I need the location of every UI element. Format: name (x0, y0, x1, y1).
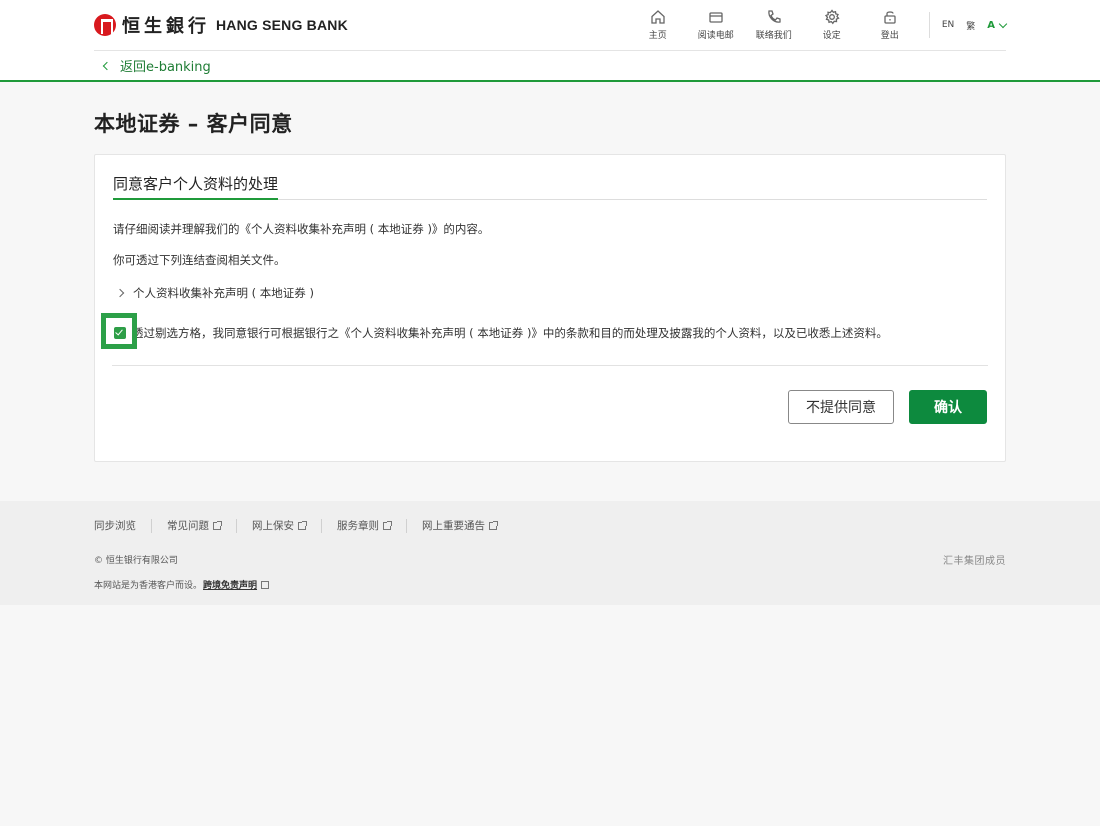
footer-separator (236, 518, 237, 533)
phone-icon (768, 10, 781, 23)
footer-link-faq[interactable]: 常见问题 (167, 518, 222, 533)
external-link-icon (489, 520, 498, 530)
lang-en-link[interactable]: EN (942, 20, 954, 30)
nav-mail[interactable]: 阅读电邮 (687, 9, 745, 41)
footer-separator (406, 518, 407, 533)
copyright: © 恒生银行有限公司 (94, 556, 178, 566)
top-header: 恒生銀行 HANG SENG BANK 主页 阅读电邮 联络我们 设定 登出 E… (0, 0, 1100, 82)
section-title: 同意客户个人资料的处理 (113, 173, 279, 200)
intro-paragraph: 请仔细阅读并理解我们的《个人资料收集补充声明 ( 本地证券 )》的内容。 (113, 222, 490, 236)
font-size-label: A (987, 19, 995, 31)
nav-contact[interactable]: 联络我们 (745, 9, 803, 41)
footer-link-cobrowse[interactable]: 同步浏览 (94, 518, 136, 533)
breadcrumb: 返回e-banking (94, 51, 1006, 80)
footer-link-security[interactable]: 网上保安 (252, 518, 307, 533)
card-divider (112, 365, 988, 366)
footer-link-terms[interactable]: 服务章则 (337, 518, 392, 533)
home-icon (651, 10, 665, 24)
lang-tc-link[interactable]: 繁 (966, 19, 975, 32)
font-size-toggle[interactable]: A (987, 19, 1008, 31)
nav-contact-label: 联络我们 (755, 31, 792, 41)
footer: 同步浏览 常见问题 网上保安 服务章则 网上重要通告 © 恒生银行有限公司 本网… (0, 501, 1100, 605)
footer-link-label: 服务章则 (337, 520, 379, 532)
nav-logout[interactable]: 登出 (861, 9, 919, 41)
consent-row: 透过剔选方格，我同意银行可根据银行之《个人资料收集补充声明 ( 本地证券 )》中… (101, 313, 987, 349)
confirm-button[interactable]: 确认 (909, 390, 987, 424)
footer-link-label: 同步浏览 (94, 520, 136, 532)
cross-border-disclaimer-link[interactable]: 跨境免责声明 (203, 578, 257, 591)
action-buttons: 不提供同意 确认 (788, 390, 987, 424)
nav-mail-label: 阅读电邮 (697, 31, 734, 41)
external-link-icon (261, 580, 270, 589)
consent-card: 同意客户个人资料的处理 请仔细阅读并理解我们的《个人资料收集补充声明 ( 本地证… (94, 154, 1006, 462)
page-title: 本地证券 – 客户同意 (94, 112, 293, 136)
section-header: 同意客户个人资料的处理 (113, 173, 987, 200)
chevron-left-icon (102, 61, 112, 70)
unlock-icon (884, 11, 896, 24)
nav-home-label: 主页 (648, 31, 667, 41)
external-link-icon (213, 520, 222, 530)
footer-separator (151, 518, 152, 533)
consent-checkbox[interactable] (114, 327, 126, 339)
decline-consent-button[interactable]: 不提供同意 (788, 390, 894, 424)
instruction-paragraph: 你可透过下列连结查阅相关文件。 (113, 253, 286, 267)
hsbc-group-member: 汇丰集团成员 (943, 556, 1006, 567)
external-link-icon (298, 520, 307, 530)
nav-settings-label: 设定 (822, 31, 841, 41)
footer-link-notices[interactable]: 网上重要通告 (422, 518, 498, 533)
footer-link-label: 网上重要通告 (422, 520, 485, 532)
footer-links: 同步浏览 常见问题 网上保安 服务章则 网上重要通告 (94, 501, 1006, 533)
brand-name-cn: 恒生銀行 (122, 16, 210, 37)
footer-separator (321, 518, 322, 533)
pics-document-link[interactable]: 个人资料收集补充声明 ( 本地证券 ) (113, 285, 987, 301)
chevron-right-icon (115, 288, 125, 298)
external-link-icon (383, 520, 392, 530)
brand-name-en: HANG SENG BANK (216, 17, 348, 33)
mail-icon (709, 12, 723, 23)
main-content: 本地证券 – 客户同意 同意客户个人资料的处理 请仔细阅读并理解我们的《个人资料… (94, 108, 1006, 462)
nav-settings[interactable]: 设定 (803, 9, 861, 41)
hang-seng-logo-icon (94, 14, 116, 36)
consent-label: 透过剔选方格，我同意银行可根据银行之《个人资料收集补充声明 ( 本地证券 )》中… (132, 326, 888, 340)
top-nav: 主页 阅读电邮 联络我们 设定 登出 EN 繁 A (629, 0, 1008, 51)
footer-link-label: 常见问题 (167, 520, 209, 532)
site-notice-text: 本网站是为香港客户而设。 (94, 581, 203, 591)
nav-logout-label: 登出 (880, 31, 899, 41)
chevron-down-icon (998, 19, 1008, 28)
gear-icon (824, 9, 840, 25)
nav-home[interactable]: 主页 (629, 9, 687, 41)
footer-link-label: 网上保安 (252, 520, 294, 532)
back-to-ebanking-link[interactable]: 返回e-banking (120, 56, 211, 75)
pics-document-label: 个人资料收集补充声明 ( 本地证券 ) (133, 286, 314, 300)
site-notice: 本网站是为香港客户而设。 跨境免责声明 (94, 578, 1006, 591)
brand-logo[interactable]: 恒生銀行 HANG SENG BANK (94, 12, 348, 38)
nav-divider (928, 12, 930, 38)
